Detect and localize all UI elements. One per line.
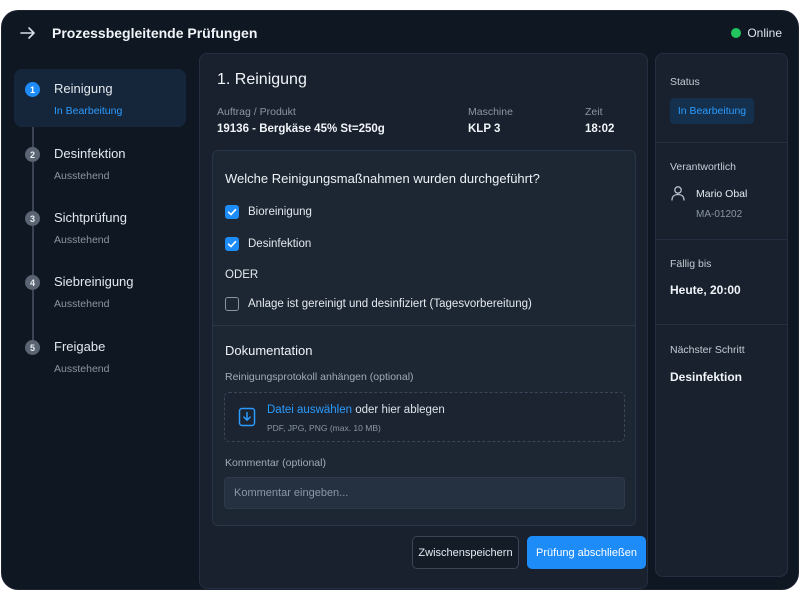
responsible-name: Mario Obal: [696, 188, 748, 200]
unchecked-checkbox-icon[interactable]: [225, 297, 239, 311]
file-download-icon: [238, 407, 256, 427]
online-dot-icon: [731, 28, 742, 38]
step-number-badge: 1: [25, 82, 40, 97]
documentation-heading: Dokumentation: [225, 343, 313, 358]
connection-status: Online: [731, 26, 782, 40]
step-status: Ausstehend: [54, 298, 110, 310]
time-value: 18:02: [585, 123, 615, 135]
step-label: Sichtprüfung: [54, 210, 127, 225]
step-sichtpruefung[interactable]: 3 Sichtprüfung Ausstehend: [14, 198, 186, 256]
responsible-id: MA-01202: [696, 209, 743, 220]
step-status: Ausstehend: [54, 170, 110, 182]
dropzone-text: Datei auswählen oder hier ablegen: [267, 404, 445, 416]
step-label: Siebreinigung: [54, 274, 134, 289]
step-label: Desinfektion: [54, 146, 126, 161]
save-draft-button[interactable]: Zwischenspeichern: [412, 536, 519, 569]
step-sidebar: 1 Reinigung In Bearbeitung 2 Desinfektio…: [14, 69, 186, 389]
step-siebreinigung[interactable]: 4 Siebreinigung Ausstehend: [14, 262, 186, 320]
step-number-badge: 5: [25, 340, 40, 355]
inspection-form: Welche Reinigungsmaßnahmen wurden durchg…: [212, 150, 636, 526]
machine-label: Maschine: [468, 106, 513, 118]
time-label: Zeit: [585, 106, 603, 118]
question-text: Welche Reinigungsmaßnahmen wurden durchg…: [225, 171, 540, 186]
file-dropzone[interactable]: Datei auswählen oder hier ablegen PDF, J…: [224, 392, 625, 442]
status-badge: In Bearbeitung: [670, 98, 754, 124]
step-status: Ausstehend: [54, 363, 110, 375]
step-status: In Bearbeitung: [54, 105, 123, 117]
step-label: Reinigung: [54, 81, 113, 96]
step-number-badge: 3: [25, 211, 40, 226]
due-label: Fällig bis: [670, 258, 712, 270]
step-number-badge: 4: [25, 275, 40, 290]
step-freigabe[interactable]: 5 Freigabe Ausstehend: [14, 327, 186, 385]
status-label: Status: [670, 76, 700, 88]
page-title: Prozessbegleitende Prüfungen: [52, 25, 258, 41]
select-file-link[interactable]: Datei auswählen: [267, 404, 352, 416]
step-status: Ausstehend: [54, 234, 110, 246]
section-heading: 1. Reinigung: [217, 71, 307, 88]
attach-label: Reinigungsprotokoll anhängen (optional): [225, 371, 414, 383]
info-panel: Status In Bearbeitung Verantwortlich Mar…: [655, 53, 788, 577]
machine-value: KLP 3: [468, 123, 501, 135]
step-number-badge: 2: [25, 147, 40, 162]
comment-label: Kommentar (optional): [225, 457, 326, 469]
header: Prozessbegleitende Prüfungen Online: [2, 11, 798, 55]
checkbox-bioreinigung[interactable]: Bioreinigung: [225, 205, 312, 219]
step-desinfektion[interactable]: 2 Desinfektion Ausstehend: [14, 134, 186, 192]
main-panel: 1. Reinigung Auftrag / Produkt 19136 - B…: [199, 53, 648, 589]
checkbox-tagesvorbereitung[interactable]: Anlage ist gereinigt und desinfiziert (T…: [225, 297, 532, 311]
checkbox-label: Anlage ist gereinigt und desinfiziert (T…: [248, 298, 532, 310]
step-reinigung[interactable]: 1 Reinigung In Bearbeitung: [14, 69, 186, 127]
checkbox-desinfektion[interactable]: Desinfektion: [225, 237, 311, 251]
complete-inspection-button[interactable]: Prüfung abschließen: [527, 536, 646, 569]
comment-input[interactable]: [224, 477, 625, 509]
section-divider: [213, 325, 635, 326]
info-divider: [656, 239, 787, 240]
dropzone-suffix: oder hier ablegen: [352, 404, 445, 416]
info-divider: [656, 324, 787, 325]
file-type-hint: PDF, JPG, PNG (max. 10 MB): [267, 423, 381, 433]
checked-checkbox-icon[interactable]: [225, 237, 239, 251]
due-value: Heute, 20:00: [670, 283, 741, 297]
step-label: Freigabe: [54, 339, 106, 354]
back-arrow-icon[interactable]: [19, 25, 37, 41]
checkbox-label: Desinfektion: [248, 238, 312, 250]
order-label: Auftrag / Produkt: [217, 106, 296, 118]
responsible-label: Verantwortlich: [670, 161, 736, 173]
checked-checkbox-icon[interactable]: [225, 205, 239, 219]
connection-status-label: Online: [747, 26, 782, 40]
user-icon: [671, 186, 685, 201]
info-divider: [656, 142, 787, 143]
app-window: Prozessbegleitende Prüfungen Online 1 Re…: [2, 11, 798, 589]
or-separator: ODER: [225, 269, 259, 281]
checkbox-label: Bioreinigung: [248, 206, 312, 218]
next-step-label: Nächster Schritt: [670, 344, 745, 356]
next-step-value: Desinfektion: [670, 370, 743, 384]
order-value: 19136 - Bergkäse 45% St=250g: [217, 123, 385, 135]
